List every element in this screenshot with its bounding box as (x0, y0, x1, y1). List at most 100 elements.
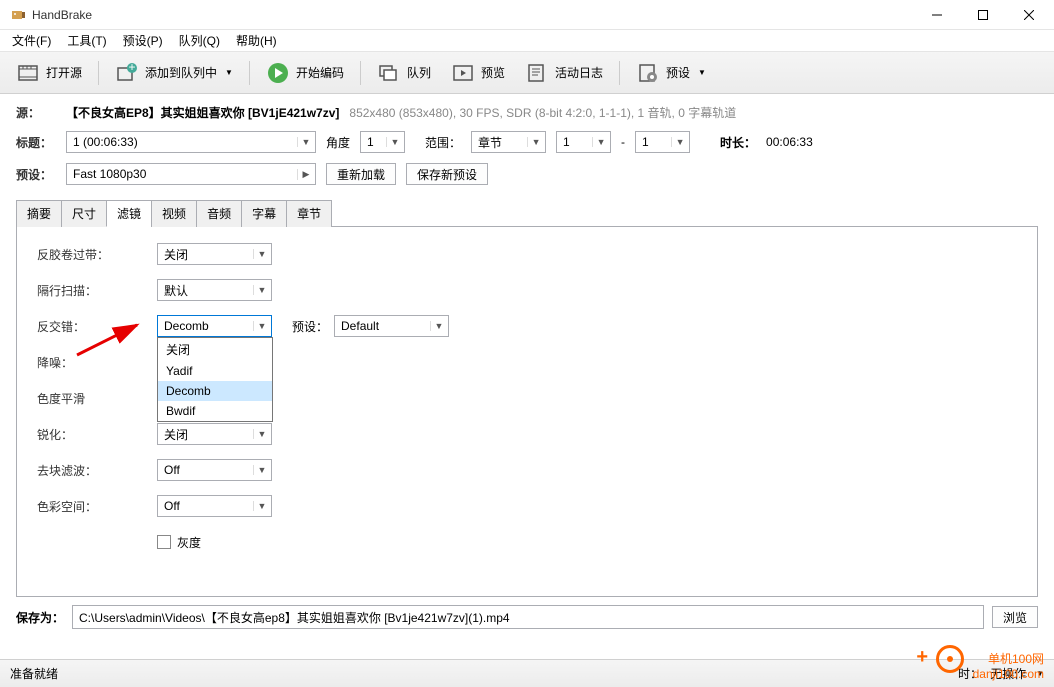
separator (360, 61, 361, 85)
app-icon (10, 7, 26, 23)
deinterlace-option-decomb[interactable]: Decomb (158, 381, 272, 401)
title-label: 标题： (16, 134, 56, 151)
range-dash: - (621, 135, 625, 149)
menu-tools[interactable]: 工具(T) (59, 30, 114, 51)
window-title: HandBrake (32, 8, 914, 22)
chevron-down-icon: ▼ (253, 285, 267, 295)
menu-file[interactable]: 文件(F) (4, 30, 59, 51)
detelecine-select[interactable]: 关闭 ▼ (157, 243, 272, 265)
deinterlace-option-bwdif[interactable]: Bwdif (158, 401, 272, 421)
queue-icon (377, 61, 401, 85)
chevron-down-icon: ▼ (253, 249, 267, 259)
chevron-down-icon: ▼ (386, 137, 400, 147)
tab-summary[interactable]: 摘要 (16, 200, 62, 227)
range-to-select[interactable]: 1 ▼ (635, 131, 690, 153)
add-queue-button[interactable]: + 添加到队列中 ▼ (107, 57, 241, 89)
preset-label: 预设： (16, 166, 56, 183)
svg-text:+: + (129, 62, 136, 74)
status-bar: 准备就绪 时： 无操作 ▼ (0, 659, 1054, 687)
deinterlace-option-off[interactable]: 关闭 (158, 338, 272, 361)
tab-filters[interactable]: 滤镜 (106, 200, 152, 227)
chevron-down-icon: ▼ (253, 429, 267, 439)
menu-help[interactable]: 帮助(H) (228, 30, 285, 51)
range-type-select[interactable]: 章节 ▼ (471, 131, 546, 153)
toolbar: 打开源 + 添加到队列中 ▼ 开始编码 队列 预览 活动日志 预设 ▼ (0, 52, 1054, 94)
tab-video[interactable]: 视频 (151, 200, 197, 227)
angle-label: 角度 (326, 134, 350, 151)
deblock-label: 去块滤波： (37, 462, 157, 479)
close-button[interactable] (1006, 0, 1052, 30)
filters-panel: 反胶卷过带： 关闭 ▼ 隔行扫描： 默认 ▼ 反交错： Decomb ▼ 关闭 … (16, 227, 1038, 597)
deblock-select[interactable]: Off ▼ (157, 459, 272, 481)
interlace-detect-label: 隔行扫描： (37, 282, 157, 299)
detelecine-label: 反胶卷过带： (37, 246, 157, 263)
colorspace-select[interactable]: Off ▼ (157, 495, 272, 517)
log-icon (525, 61, 549, 85)
chevron-right-icon: ▶ (297, 169, 311, 180)
preset-select[interactable]: Fast 1080p30 ▶ (66, 163, 316, 185)
add-queue-label: 添加到队列中 (145, 64, 217, 81)
preview-icon (451, 61, 475, 85)
chevron-down-icon: ▼ (253, 501, 267, 511)
grayscale-checkbox[interactable] (157, 535, 171, 549)
chevron-down-icon: ▼ (527, 137, 541, 147)
queue-button[interactable]: 队列 (369, 57, 439, 89)
deinterlace-select[interactable]: Decomb ▼ 关闭 Yadif Decomb Bwdif (157, 315, 272, 337)
interlace-detect-select[interactable]: 默认 ▼ (157, 279, 272, 301)
range-from-select[interactable]: 1 ▼ (556, 131, 611, 153)
deinterlace-label: 反交错： (37, 318, 157, 335)
chroma-label: 色度平滑 (37, 390, 157, 407)
activity-log-button[interactable]: 活动日志 (517, 57, 611, 89)
sharpen-label: 锐化： (37, 426, 157, 443)
preview-label: 预览 (481, 64, 505, 81)
maximize-button[interactable] (960, 0, 1006, 30)
chevron-down-icon: ▼ (671, 137, 685, 147)
tab-chapters[interactable]: 章节 (286, 200, 332, 227)
watermark: 单机100网 danji100.com (973, 650, 1044, 681)
sharpen-select[interactable]: 关闭 ▼ (157, 423, 272, 445)
minimize-button[interactable] (914, 0, 960, 30)
tab-dimensions[interactable]: 尺寸 (61, 200, 107, 227)
duration-label: 时长： (720, 134, 756, 151)
source-name: 【不良女高EP8】其实姐姐喜欢你 [BV1jE421w7zv] (66, 104, 339, 121)
film-icon (16, 61, 40, 85)
activity-log-label: 活动日志 (555, 64, 603, 81)
deinterlace-preset-select[interactable]: Default ▼ (334, 315, 449, 337)
save-path-input[interactable] (72, 605, 984, 629)
preview-button[interactable]: 预览 (443, 57, 513, 89)
separator (249, 61, 250, 85)
watermark-plus-icon: + (916, 646, 928, 669)
presets-icon (636, 61, 660, 85)
colorspace-label: 色彩空间： (37, 498, 157, 515)
menu-queue[interactable]: 队列(Q) (171, 30, 228, 51)
menu-presets[interactable]: 预设(P) (115, 30, 171, 51)
duration-value: 00:06:33 (766, 135, 813, 149)
title-select[interactable]: 1 (00:06:33) ▼ (66, 131, 316, 153)
chevron-down-icon: ▼ (297, 137, 311, 147)
queue-label: 队列 (407, 64, 431, 81)
chevron-down-icon: ▼ (698, 68, 706, 77)
reload-preset-button[interactable]: 重新加载 (326, 163, 396, 185)
tab-subtitles[interactable]: 字幕 (241, 200, 287, 227)
angle-select[interactable]: 1 ▼ (360, 131, 405, 153)
presets-button[interactable]: 预设 ▼ (628, 57, 714, 89)
range-label: 范围： (425, 134, 461, 151)
deinterlace-preset-label: 预设： (292, 318, 328, 335)
start-encode-button[interactable]: 开始编码 (258, 57, 352, 89)
browse-button[interactable]: 浏览 (992, 606, 1038, 628)
chevron-down-icon: ▼ (225, 68, 233, 77)
start-encode-label: 开始编码 (296, 64, 344, 81)
save-preset-button[interactable]: 保存新预设 (406, 163, 488, 185)
chevron-down-icon: ▼ (430, 321, 444, 331)
deinterlace-dropdown: 关闭 Yadif Decomb Bwdif (157, 337, 273, 422)
play-icon (266, 61, 290, 85)
tabs: 摘要 尺寸 滤镜 视频 音频 字幕 章节 (16, 199, 1038, 227)
deinterlace-option-yadif[interactable]: Yadif (158, 361, 272, 381)
add-queue-icon: + (115, 61, 139, 85)
grayscale-label: 灰度 (177, 534, 201, 551)
open-source-label: 打开源 (46, 64, 82, 81)
separator (619, 61, 620, 85)
open-source-button[interactable]: 打开源 (8, 57, 90, 89)
chevron-down-icon: ▼ (253, 465, 267, 475)
tab-audio[interactable]: 音频 (196, 200, 242, 227)
